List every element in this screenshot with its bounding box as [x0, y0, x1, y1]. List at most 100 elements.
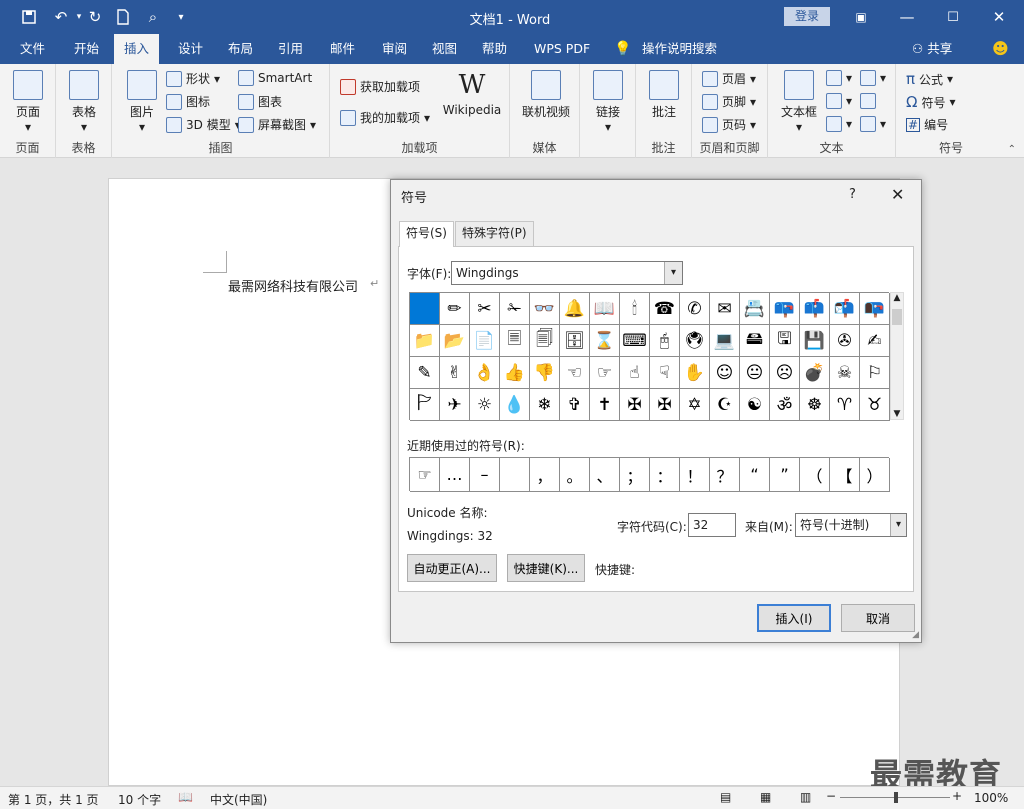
chart-button[interactable]: 图表: [238, 93, 282, 110]
symbol-cell[interactable]: 📭: [860, 293, 890, 325]
symbol-cell[interactable]: ⌨: [620, 325, 650, 357]
tab-references[interactable]: 引用: [276, 34, 305, 64]
symbol-cell[interactable]: 📇: [740, 293, 770, 325]
footer-button[interactable]: 页脚 ▾: [702, 93, 756, 110]
font-select[interactable]: Wingdings ▾: [451, 261, 683, 285]
scroll-down-icon[interactable]: ▼: [891, 409, 903, 419]
tab-view[interactable]: 视图: [430, 34, 459, 64]
symbol-cell[interactable]: 💻: [710, 325, 740, 357]
symbol-cell[interactable]: 💾: [800, 325, 830, 357]
tab-mailings[interactable]: 邮件: [328, 34, 357, 64]
recent-symbol-cell[interactable]: “: [740, 458, 770, 492]
symbol-cell[interactable]: 📁: [410, 325, 440, 357]
symbol-cell[interactable]: ✆: [680, 293, 710, 325]
symbol-cell[interactable]: ♉: [860, 389, 890, 421]
picture-button[interactable]: 图片 ▾: [124, 70, 160, 134]
redo-icon[interactable]: ↻: [84, 6, 106, 28]
comment-button[interactable]: 批注: [646, 70, 682, 120]
symbol-cell[interactable]: 📫: [800, 293, 830, 325]
recent-symbol-cell[interactable]: …: [440, 458, 470, 492]
symbol-cell[interactable]: ☹: [770, 357, 800, 389]
symbol-cell[interactable]: ✂: [470, 293, 500, 325]
3d-model-button[interactable]: 3D 模型▾: [166, 116, 241, 133]
symbol-cell[interactable]: ⚐: [860, 357, 890, 389]
object-button[interactable]: ▾: [860, 116, 886, 132]
symbol-cell[interactable]: ✁: [500, 293, 530, 325]
symbol-cell-selected[interactable]: [410, 293, 440, 325]
tab-design[interactable]: 设计: [176, 34, 205, 64]
date-time-button[interactable]: [860, 93, 876, 109]
symbol-cell[interactable]: ✠: [650, 389, 680, 421]
cancel-button[interactable]: 取消: [841, 604, 915, 632]
symbol-cell[interactable]: ✏: [440, 293, 470, 325]
symbol-cell[interactable]: ☝: [620, 357, 650, 389]
recent-symbol-cell[interactable]: [500, 458, 530, 492]
page-number-button[interactable]: 页码 ▾: [702, 116, 756, 133]
symbol-cell[interactable]: ☸: [800, 389, 830, 421]
symbol-cell[interactable]: ☎: [650, 293, 680, 325]
recent-symbol-cell[interactable]: 【: [830, 458, 860, 492]
recent-symbol-cell[interactable]: 、: [590, 458, 620, 492]
document-text[interactable]: 最需网络科技有限公司: [228, 276, 358, 295]
equation-button[interactable]: π 公式 ▾: [906, 70, 953, 88]
wordart-button[interactable]: ▾: [826, 93, 852, 109]
web-layout-icon[interactable]: ▥: [800, 790, 811, 804]
share-button[interactable]: ⚇ 共享: [910, 34, 954, 64]
scroll-up-icon[interactable]: ▲: [891, 293, 903, 303]
symbol-cell[interactable]: 👓: [530, 293, 560, 325]
zoom-level[interactable]: 100%: [974, 791, 1008, 805]
symbol-cell[interactable]: ☺: [710, 357, 740, 389]
symbol-cell[interactable]: ✈: [440, 389, 470, 421]
symbol-cell[interactable]: ☟: [650, 357, 680, 389]
tell-me-search[interactable]: 操作说明搜索: [640, 34, 719, 64]
signature-line-button[interactable]: ▾: [860, 70, 886, 86]
symbol-cell[interactable]: 🖲: [680, 325, 710, 357]
zoom-slider-thumb[interactable]: [894, 792, 898, 803]
recent-symbol-cell[interactable]: ；: [620, 458, 650, 492]
symbol-cell[interactable]: 📂: [440, 325, 470, 357]
symbol-cell[interactable]: 👌: [470, 357, 500, 389]
symbol-cell[interactable]: ✠: [620, 389, 650, 421]
symbol-cell[interactable]: 💧: [500, 389, 530, 421]
wikipedia-button[interactable]: W Wikipedia: [440, 70, 504, 117]
recent-symbol-cell[interactable]: 。: [560, 458, 590, 492]
symbol-cell[interactable]: 🕯: [620, 293, 650, 325]
drop-cap-button[interactable]: ▾: [826, 116, 852, 132]
tab-file[interactable]: 文件: [18, 34, 47, 64]
shapes-button[interactable]: 形状 ▾: [166, 70, 220, 87]
symbol-cell[interactable]: ✡: [680, 389, 710, 421]
recent-symbol-cell[interactable]: ☞: [410, 458, 440, 492]
smartart-button[interactable]: SmartArt: [238, 70, 312, 86]
lightbulb-icon[interactable]: 💡: [612, 34, 633, 64]
tab-insert[interactable]: 插入: [114, 34, 160, 64]
char-code-input[interactable]: 32: [688, 513, 736, 537]
recent-symbol-cell[interactable]: ，: [530, 458, 560, 492]
symbol-cell[interactable]: 👍: [500, 357, 530, 389]
from-select[interactable]: 符号(十进制) ▾: [795, 513, 907, 537]
symbol-cell[interactable]: ❄: [530, 389, 560, 421]
help-button[interactable]: ?: [849, 187, 856, 202]
page-count[interactable]: 第 1 页，共 1 页: [8, 791, 99, 808]
symbol-cell[interactable]: ⌛: [590, 325, 620, 357]
recent-symbol-cell[interactable]: （: [800, 458, 830, 492]
table-button[interactable]: 表格 ▾: [66, 70, 102, 134]
tab-layout[interactable]: 布局: [226, 34, 255, 64]
symbol-cell[interactable]: ✍: [860, 325, 890, 357]
symbol-cell[interactable]: ✌: [440, 357, 470, 389]
symbol-cell[interactable]: 📄: [470, 325, 500, 357]
recent-symbol-cell[interactable]: ）: [860, 458, 890, 492]
symbol-cell[interactable]: 🗄: [560, 325, 590, 357]
symbol-cell[interactable]: 🔔: [560, 293, 590, 325]
symbol-cell[interactable]: ✎: [410, 357, 440, 389]
page-button[interactable]: 页面 ▾: [10, 70, 46, 134]
symbol-cell[interactable]: 😐: [740, 357, 770, 389]
scroll-thumb[interactable]: [892, 309, 902, 325]
search-replace-icon[interactable]: ⌕: [142, 6, 164, 28]
tab-special-characters[interactable]: 特殊字符(P): [455, 221, 534, 246]
tab-help[interactable]: 帮助: [480, 34, 509, 64]
proofing-icon[interactable]: 📖: [178, 790, 193, 804]
dialog-close-icon[interactable]: ✕: [891, 185, 904, 204]
shortcut-key-button[interactable]: 快捷键(K)...: [507, 554, 585, 582]
symbol-cell[interactable]: ☼: [470, 389, 500, 421]
tab-home[interactable]: 开始: [72, 34, 101, 64]
